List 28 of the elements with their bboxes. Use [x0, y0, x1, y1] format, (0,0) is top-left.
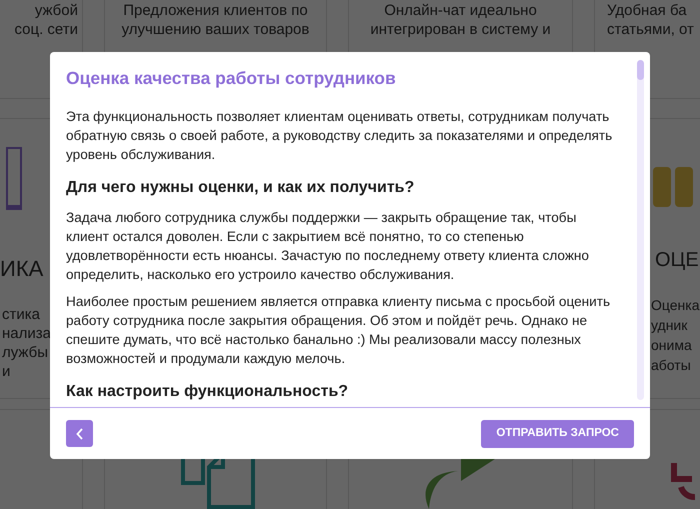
- card-text: ужбой: [34, 1, 78, 20]
- card-text: соц. сети: [14, 20, 78, 39]
- paragraph: Наиболее простым решением является отправка клиенту письма с просьбой оценить работу сотрудника после закрытия обращения. Об этом и пойдёт речь. Однако не спешите думать, что всё настолько банально :) Мы реализовали массу полезных возможностей и продумали каждую мелочь.: [66, 293, 612, 368]
- card-text: лужбы: [2, 343, 48, 362]
- card-text: удник: [651, 316, 688, 335]
- card-text: аботы: [651, 356, 691, 375]
- modal-title: Оценка качества работы сотрудников: [66, 67, 397, 90]
- card-text: Оценка: [651, 296, 700, 315]
- card-text: Удобная ба: [607, 1, 687, 20]
- card-text: улучшению ваших товаров: [122, 20, 310, 39]
- paragraph: Задача любого сотрудника службы поддержки — закрыть обращение так, чтобы клиент остался доволен. Если с закрытием всё понятно, то со степенью удовлетворённости есть нюансы. Зачастую по последнему ответу клиента сложно определить, насколько его устроило качество обслуживания.: [66, 209, 590, 284]
- card-text: Онлайн-чат идеально: [384, 1, 537, 20]
- book-icon: [653, 167, 693, 207]
- section-heading: Для чего нужны оценки, и как их получить?: [66, 178, 416, 198]
- bar-icon: [6, 147, 22, 210]
- card-text: онима: [651, 336, 692, 355]
- card-text: стика: [2, 305, 40, 324]
- card-text: интегрирован в систему и: [370, 20, 551, 39]
- section-heading: Как настроить функциональность?: [66, 382, 350, 402]
- submit-button[interactable]: ОТПРАВИТЬ ЗАПРОС: [481, 420, 634, 448]
- card-text: статьями, от: [607, 20, 694, 39]
- card-text: Предложения клиентов по: [123, 1, 308, 20]
- card-text: и: [2, 362, 10, 381]
- back-button[interactable]: [66, 420, 93, 447]
- card-text: нализа: [2, 324, 51, 343]
- paragraph: Эта функциональность позволяет клиентам оценивать ответы, сотрудникам получать обратную связь о своей работе, а руководству следить за показателями и определять уровень обслуживания.: [66, 108, 614, 164]
- card-title: ОЦЕ: [655, 248, 699, 273]
- chevron-left-icon: [76, 428, 84, 440]
